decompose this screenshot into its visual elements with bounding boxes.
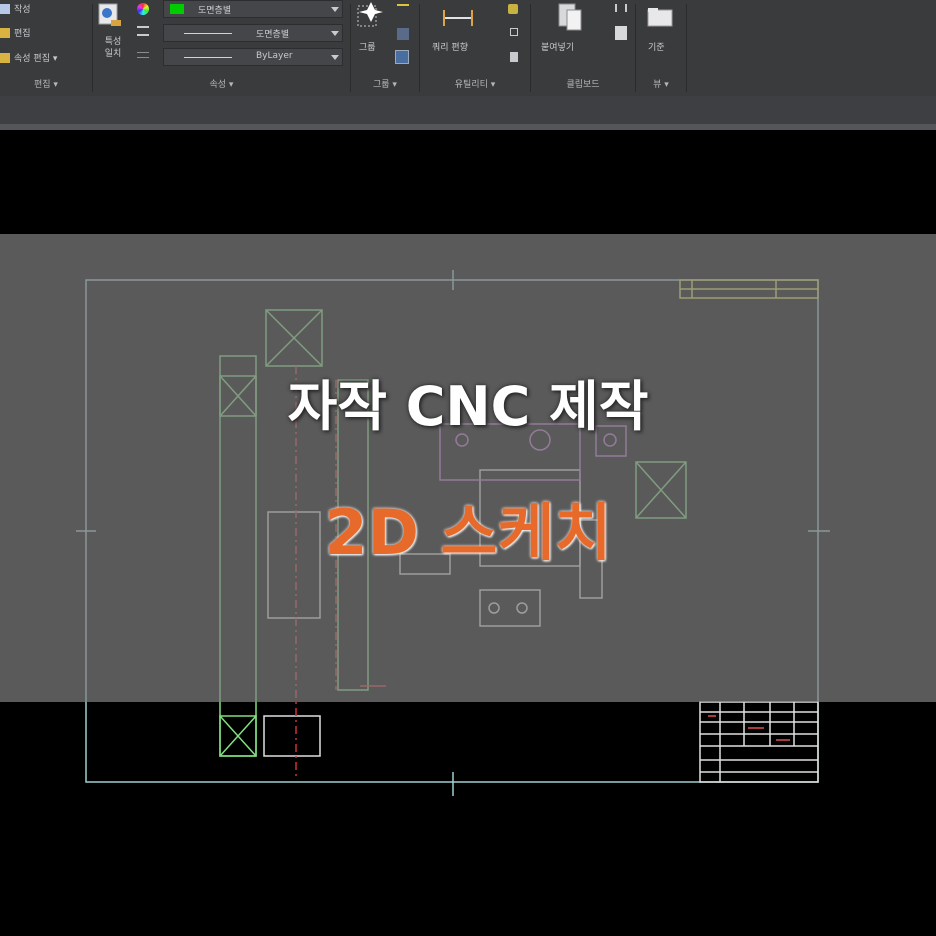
base-view-button[interactable]: 기준 — [648, 40, 665, 53]
measure-icon — [443, 10, 473, 26]
properties-panel: 특성 일치 도면층별 도면층별 ByLayer 속성 ▾ — [93, 0, 350, 96]
properties-panel-title[interactable]: 속성 ▾ — [93, 78, 350, 92]
chevron-down-icon — [331, 31, 339, 36]
group-select-icon — [395, 50, 409, 64]
clipboard-panel: 붙여넣기 클립보드 — [531, 0, 635, 96]
view-panel-title[interactable]: 뷰 ▾ — [636, 78, 686, 92]
lineweight-dropdown[interactable]: ByLayer — [163, 48, 343, 66]
lineweight-icon — [137, 52, 149, 58]
edit-attributes-icon — [0, 53, 10, 63]
color-value: 도면층별 — [198, 6, 232, 16]
group-panel-title[interactable]: 그룹 ▾ — [351, 78, 419, 92]
edit-icon — [0, 28, 10, 38]
title-block — [699, 701, 819, 783]
group-button[interactable]: 그룹 — [359, 40, 376, 53]
create-icon — [0, 4, 10, 14]
linetype-icon — [137, 26, 149, 36]
clipboard-panel-title[interactable]: 클립보드 — [531, 78, 635, 92]
match-properties-button[interactable]: 특성 일치 — [101, 36, 125, 60]
edit-panel: 작성 편집 속성 편집 ▾ 편집 ▾ — [0, 0, 92, 96]
chevron-down-icon — [331, 55, 339, 60]
utilities-panel-title[interactable]: 유틸리티 ▾ — [420, 78, 530, 92]
measure-button[interactable]: 쿼리 편향 — [432, 40, 468, 53]
ribbon: 작성 편집 속성 편집 ▾ 편집 ▾ 특성 일치 도면층별 도면층별 ByLay… — [0, 0, 936, 96]
calculator-icon — [510, 52, 518, 62]
utilities-panel: 쿼리 편향 유틸리티 ▾ — [420, 0, 530, 96]
title-overlay-band — [0, 234, 936, 702]
title-line-1: 자작 CNC 제작 — [287, 375, 649, 438]
group-edit-icon — [397, 28, 409, 40]
match-properties-icon — [98, 3, 121, 26]
linetype-value: 도면층별 — [256, 30, 290, 40]
edit-attributes-button[interactable]: 속성 편집 ▾ — [14, 51, 57, 64]
base-view-icon — [647, 8, 673, 27]
linetype-dropdown[interactable]: 도면층별 — [163, 24, 343, 42]
copy-icon — [615, 26, 627, 40]
color-wheel-icon — [137, 3, 149, 15]
color-swatch — [170, 4, 184, 14]
color-dropdown[interactable]: 도면층별 — [163, 0, 343, 18]
view-panel: 기준 뷰 ▾ — [636, 0, 686, 96]
group-panel: 그룹 그룹 ▾ — [351, 0, 419, 96]
create-button[interactable]: 작성 — [14, 2, 31, 15]
edit-button[interactable]: 편집 — [14, 26, 31, 39]
paste-button[interactable]: 붙여넣기 — [541, 40, 574, 53]
cut-icon — [615, 4, 627, 12]
group-icon — [357, 2, 383, 27]
paste-icon — [558, 3, 582, 31]
file-tabs-bar — [0, 96, 936, 124]
title-line-2: 2D 스케치 — [324, 496, 612, 569]
ungroup-icon — [397, 4, 409, 14]
chevron-down-icon — [331, 7, 339, 12]
lineweight-value: ByLayer — [256, 51, 293, 61]
point-style-icon — [508, 4, 518, 14]
locate-point-icon — [510, 28, 518, 36]
edit-panel-title[interactable]: 편집 ▾ — [0, 78, 92, 92]
